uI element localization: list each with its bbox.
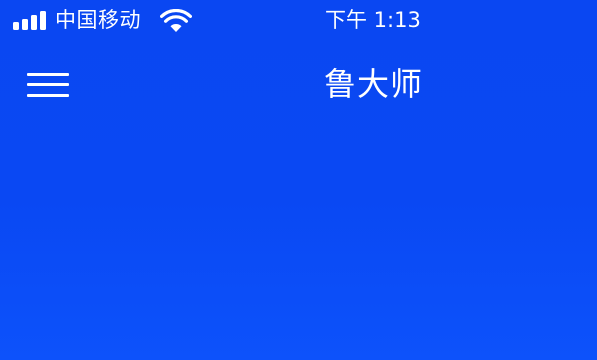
nav-bar: 鲁大师	[0, 42, 597, 128]
signal-bar	[40, 11, 46, 30]
signal-bar	[31, 15, 37, 30]
status-time: 下午 1:13	[325, 8, 421, 32]
hamburger-menu-icon-line	[27, 94, 69, 97]
signal-bar	[13, 22, 19, 30]
app-screen: 中国移动 下午 1:13 鲁大师	[0, 0, 597, 360]
wifi-icon	[160, 9, 192, 32]
signal-bar	[22, 19, 28, 30]
cellular-signal-icon	[13, 10, 47, 30]
status-bar: 中国移动 下午 1:13	[0, 0, 597, 42]
hamburger-menu-icon-line	[27, 83, 69, 86]
hamburger-menu-icon	[27, 73, 69, 76]
menu-button[interactable]	[22, 66, 74, 104]
carrier-name: 中国移动	[55, 8, 141, 32]
page-title: 鲁大师	[324, 65, 424, 103]
